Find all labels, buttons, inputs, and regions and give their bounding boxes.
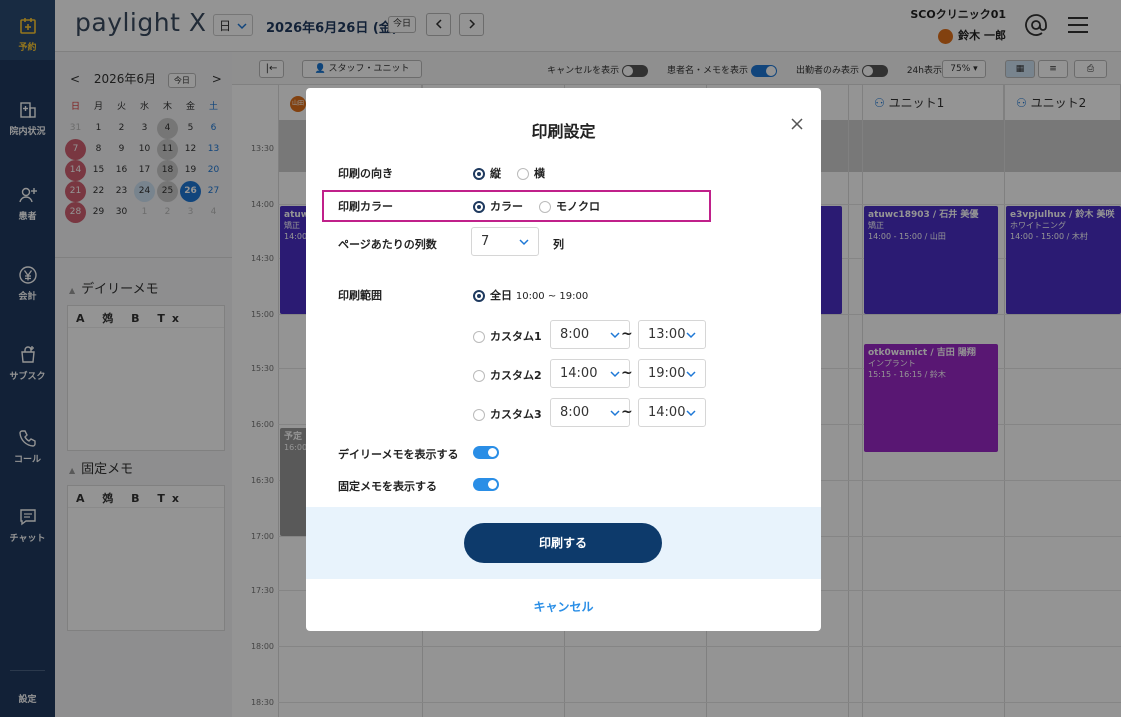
radio-label: カスタム1 bbox=[490, 330, 542, 343]
chevron-down-icon bbox=[610, 332, 620, 339]
columns-per-page-select[interactable]: 7 bbox=[471, 227, 539, 256]
select-value: 14:00 bbox=[648, 405, 686, 420]
cancel-link[interactable]: キャンセル bbox=[306, 598, 821, 615]
select-value: 14:00 bbox=[560, 366, 598, 381]
radio-label: カラー bbox=[490, 200, 523, 213]
color-label: 印刷カラー bbox=[338, 200, 393, 213]
radio-checked bbox=[473, 290, 485, 302]
orientation-landscape-radio[interactable]: 横 bbox=[517, 165, 545, 181]
radio-unchecked bbox=[473, 409, 485, 421]
columns-per-page-label: ページあたりの列数 bbox=[338, 238, 437, 251]
select-value: 7 bbox=[481, 234, 490, 249]
chevron-down-icon bbox=[519, 239, 529, 246]
radio-unchecked bbox=[517, 168, 529, 180]
radio-unchecked bbox=[473, 370, 485, 382]
daily-memo-toggle-label: デイリーメモを表示する bbox=[338, 448, 459, 461]
range-separator: ~ bbox=[621, 326, 633, 342]
select-value: 8:00 bbox=[560, 327, 590, 342]
print-range-label: 印刷範囲 bbox=[338, 289, 382, 302]
range-all-radio[interactable]: 全日 10:00 ~ 19:00 bbox=[473, 287, 588, 303]
chevron-down-icon bbox=[686, 410, 696, 417]
chevron-down-icon bbox=[686, 332, 696, 339]
custom3-from-select[interactable]: 8:00 bbox=[550, 398, 630, 427]
radio-label: 全日 bbox=[490, 289, 512, 302]
daily-memo-toggle[interactable] bbox=[473, 446, 499, 459]
select-value: 8:00 bbox=[560, 405, 590, 420]
radio-checked bbox=[473, 201, 485, 213]
radio-label: カスタム3 bbox=[490, 408, 542, 421]
orientation-portrait-radio[interactable]: 縦 bbox=[473, 165, 501, 181]
custom3-to-select[interactable]: 14:00 bbox=[638, 398, 706, 427]
custom3-radio[interactable]: カスタム3 bbox=[473, 406, 542, 422]
select-value: 19:00 bbox=[648, 366, 686, 381]
dialog-title: 印刷設定 bbox=[531, 122, 596, 141]
range-separator: ~ bbox=[621, 404, 633, 420]
color-radio[interactable]: カラー bbox=[473, 198, 523, 214]
radio-unchecked bbox=[539, 201, 551, 213]
custom1-from-select[interactable]: 8:00 bbox=[550, 320, 630, 349]
range-all-time: 10:00 ~ 19:00 bbox=[515, 291, 589, 302]
close-icon[interactable] bbox=[789, 116, 805, 132]
radio-label: モノクロ bbox=[556, 200, 600, 213]
monochrome-radio[interactable]: モノクロ bbox=[539, 198, 600, 214]
radio-checked bbox=[473, 168, 485, 180]
chevron-down-icon bbox=[610, 371, 620, 378]
range-separator: ~ bbox=[621, 365, 633, 381]
select-value: 13:00 bbox=[648, 327, 686, 342]
custom1-radio[interactable]: カスタム1 bbox=[473, 328, 542, 344]
radio-label: 横 bbox=[534, 167, 545, 180]
custom2-to-select[interactable]: 19:00 bbox=[638, 359, 706, 388]
custom1-to-select[interactable]: 13:00 bbox=[638, 320, 706, 349]
custom2-from-select[interactable]: 14:00 bbox=[550, 359, 630, 388]
print-settings-dialog: 印刷設定 印刷の向き 縦 横 印刷カラー カラー モノクロ ページあたりの列数 … bbox=[306, 88, 821, 631]
orientation-label: 印刷の向き bbox=[338, 167, 393, 180]
chevron-down-icon bbox=[610, 410, 620, 417]
radio-label: カスタム2 bbox=[490, 369, 542, 382]
custom2-radio[interactable]: カスタム2 bbox=[473, 367, 542, 383]
fixed-memo-toggle[interactable] bbox=[473, 478, 499, 491]
chevron-down-icon bbox=[686, 371, 696, 378]
columns-unit: 列 bbox=[553, 238, 564, 251]
fixed-memo-toggle-label: 固定メモを表示する bbox=[338, 480, 437, 493]
radio-unchecked bbox=[473, 331, 485, 343]
radio-label: 縦 bbox=[490, 167, 501, 180]
print-submit-button[interactable]: 印刷する bbox=[464, 523, 662, 563]
